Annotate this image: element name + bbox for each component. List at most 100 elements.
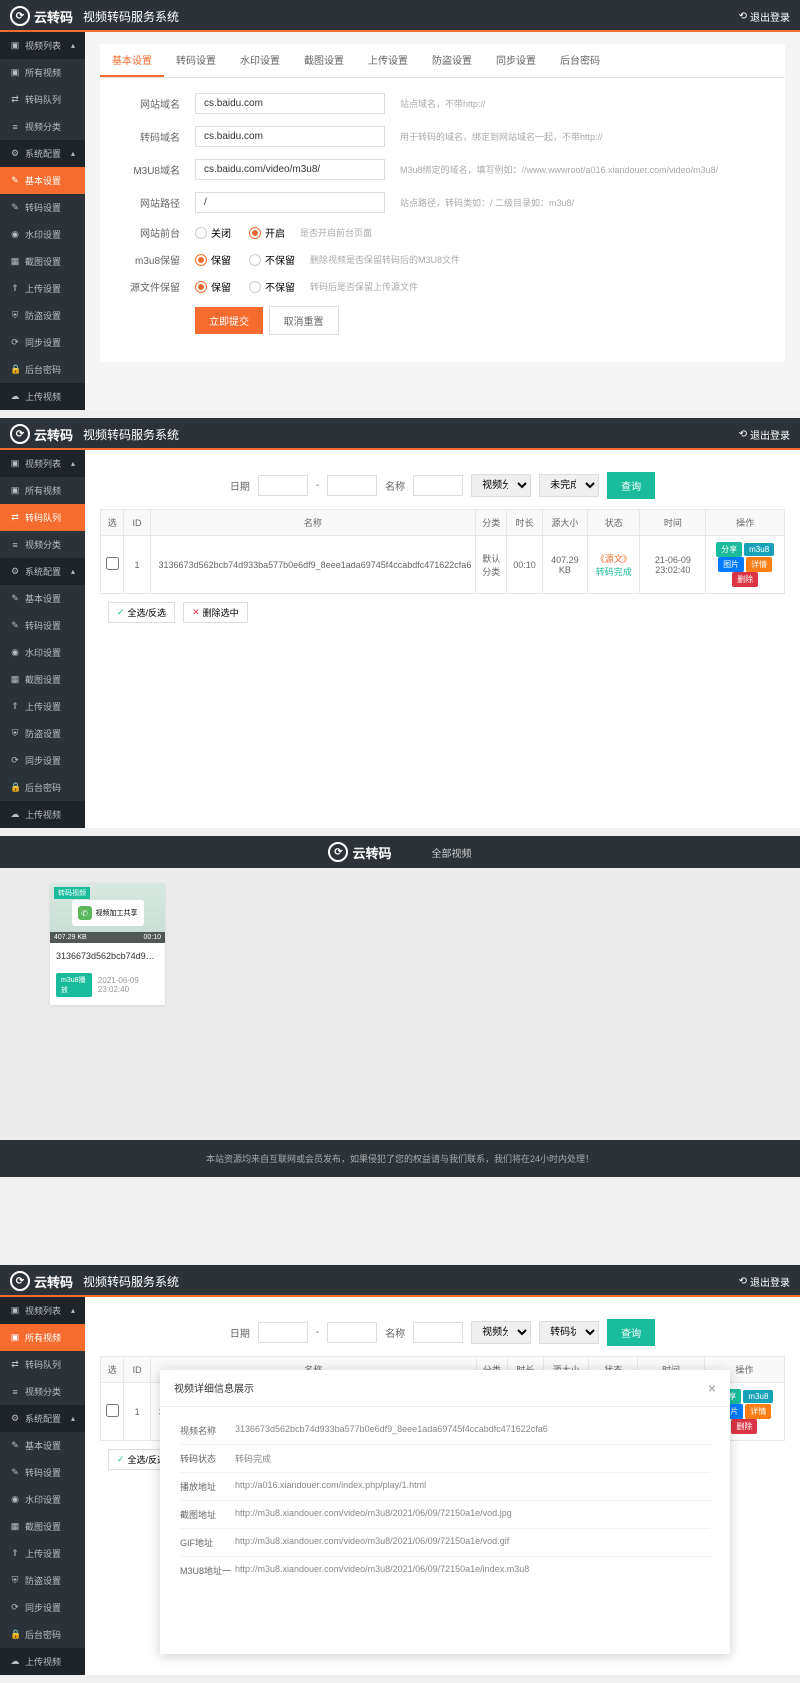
radio-off[interactable]: 关闭 — [195, 225, 231, 240]
date-from-input[interactable] — [258, 1322, 308, 1343]
status-select[interactable]: 未完成 — [539, 474, 599, 497]
sidebar-item-upload[interactable]: ☁上传视频 — [0, 801, 85, 828]
tab[interactable]: 截图设置 — [292, 44, 356, 77]
logout-link[interactable]: ⟲ 退出登录 — [739, 427, 790, 442]
hint: 用于转码的域名，绑定到网站域名一起，不带http:// — [400, 130, 603, 143]
sidebar-item[interactable]: ⟳同步设置 — [0, 1594, 85, 1621]
sidebar-item-basic[interactable]: ✎基本设置 — [0, 167, 85, 194]
tab[interactable]: 基本设置 — [100, 44, 164, 77]
transcode-domain-input[interactable] — [195, 126, 385, 147]
sidebar: ▣视频列表▴ ▣所有视频 ⇄转码队列 ≡视频分类 ⚙系统配置▴ ✎基本设置 ✎转… — [0, 1297, 85, 1675]
tab[interactable]: 后台密码 — [548, 44, 612, 77]
select-all-button[interactable]: ✓全选/反选 — [108, 602, 175, 623]
op-m3u8[interactable]: m3u8 — [743, 1390, 773, 1403]
sidebar-item[interactable]: ▣所有视频 — [0, 59, 85, 86]
date-to-input[interactable] — [327, 475, 377, 496]
sidebar-item[interactable]: ⛨防盗设置 — [0, 1567, 85, 1594]
sidebar-item[interactable]: ≡视频分类 — [0, 531, 85, 558]
date-from-input[interactable] — [258, 475, 308, 496]
save-button[interactable]: 立即提交 — [195, 307, 263, 334]
op-detail[interactable]: 详情 — [746, 557, 772, 572]
sidebar-section-videos[interactable]: ▣视频列表▴ — [0, 1297, 85, 1324]
op-pic[interactable]: 图片 — [718, 557, 744, 572]
sidebar-section-config[interactable]: ⚙系统配置▴ — [0, 140, 85, 167]
sidebar-item[interactable]: ≡视频分类 — [0, 1378, 85, 1405]
sidebar-item[interactable]: ⇄转码队列 — [0, 1351, 85, 1378]
sidebar-section-config[interactable]: ⚙系统配置▴ — [0, 1405, 85, 1432]
sidebar-item-upload[interactable]: ☁上传视频 — [0, 1648, 85, 1675]
radio-keep[interactable]: 保留 — [195, 252, 231, 267]
query-button[interactable]: 查询 — [607, 1319, 655, 1346]
sidebar-item-queue[interactable]: ⇄转码队列 — [0, 504, 85, 531]
status-select[interactable]: 转码状态 — [539, 1321, 599, 1344]
tab[interactable]: 上传设置 — [356, 44, 420, 77]
sidebar-section-config[interactable]: ⚙系统配置▴ — [0, 558, 85, 585]
logout-link[interactable]: ⟲ 退出登录 — [739, 1274, 790, 1289]
op-m3u8[interactable]: m3u8 — [744, 543, 774, 556]
sidebar-item[interactable]: ⛨防盗设置 — [0, 302, 85, 329]
path-input[interactable] — [195, 192, 385, 213]
sidebar-item[interactable]: ≡视频分类 — [0, 113, 85, 140]
footer-text: 本站资源均来自互联网或会员发布，如果侵犯了您的权益请与我们联系，我们将在24小时… — [0, 1140, 800, 1177]
sidebar-item[interactable]: ◉水印设置 — [0, 221, 85, 248]
op-detail[interactable]: 详情 — [745, 1404, 771, 1419]
sidebar-item[interactable]: ⟳同步设置 — [0, 747, 85, 774]
sidebar-section-videos[interactable]: ▣视频列表▴ — [0, 450, 85, 477]
sidebar-section-videos[interactable]: ▣视频列表▴ — [0, 32, 85, 59]
modal-label: 视频名称 — [180, 1424, 235, 1437]
radio-keep[interactable]: 保留 — [195, 279, 231, 294]
filter-name-label: 名称 — [385, 478, 405, 493]
domain-input[interactable] — [195, 93, 385, 114]
row-checkbox[interactable] — [106, 557, 119, 570]
sidebar-item-upload[interactable]: ☁上传视频 — [0, 383, 85, 410]
sidebar-item[interactable]: ▣所有视频 — [0, 477, 85, 504]
sidebar-item[interactable]: ⇑上传设置 — [0, 693, 85, 720]
video-card[interactable]: 转码视频 ✆视频加工共享 407.29 KB00:10 3136673d562b… — [50, 883, 165, 1005]
radio-nokeep[interactable]: 不保留 — [249, 252, 295, 267]
query-button[interactable]: 查询 — [607, 472, 655, 499]
reset-button[interactable]: 取消重置 — [269, 306, 339, 335]
sidebar-item[interactable]: ▦截图设置 — [0, 1513, 85, 1540]
delete-selected-button[interactable]: ✕删除选中 — [183, 602, 248, 623]
radio-on[interactable]: 开启 — [249, 225, 285, 240]
card-tag[interactable]: m3u8播放 — [56, 973, 92, 997]
sidebar-item[interactable]: ✎转码设置 — [0, 194, 85, 221]
name-input[interactable] — [413, 1322, 463, 1343]
tab[interactable]: 水印设置 — [228, 44, 292, 77]
date-to-input[interactable] — [327, 1322, 377, 1343]
sidebar-item[interactable]: ◉水印设置 — [0, 1486, 85, 1513]
sidebar-item[interactable]: ✎基本设置 — [0, 585, 85, 612]
op-del[interactable]: 删除 — [731, 1419, 757, 1434]
sidebar-item[interactable]: ⛨防盗设置 — [0, 720, 85, 747]
nav-all[interactable]: 全部视频 — [432, 845, 472, 860]
name-input[interactable] — [413, 475, 463, 496]
sidebar-item[interactable]: ▦截图设置 — [0, 248, 85, 275]
category-select[interactable]: 视频分类 — [471, 1321, 531, 1344]
sidebar-item[interactable]: ⇑上传设置 — [0, 1540, 85, 1567]
tab[interactable]: 防盗设置 — [420, 44, 484, 77]
op-del[interactable]: 删除 — [732, 572, 758, 587]
sidebar-item[interactable]: 🔒后台密码 — [0, 356, 85, 383]
op-share[interactable]: 分享 — [716, 542, 742, 557]
tab[interactable]: 同步设置 — [484, 44, 548, 77]
sidebar-item[interactable]: ✎基本设置 — [0, 1432, 85, 1459]
radio-nokeep[interactable]: 不保留 — [249, 279, 295, 294]
m3u8-domain-input[interactable] — [195, 159, 385, 180]
sidebar-item[interactable]: ◉水印设置 — [0, 639, 85, 666]
modal-value: http://m3u8.xiandouer.com/video/m3u8/202… — [235, 1564, 710, 1577]
sidebar-item[interactable]: ▦截图设置 — [0, 666, 85, 693]
sidebar-item[interactable]: ⇄转码队列 — [0, 86, 85, 113]
tab[interactable]: 转码设置 — [164, 44, 228, 77]
sidebar-item[interactable]: 🔒后台密码 — [0, 1621, 85, 1648]
card-center: ✆视频加工共享 — [72, 900, 144, 926]
category-select[interactable]: 视频分类 — [471, 474, 531, 497]
close-icon[interactable]: × — [708, 1380, 716, 1396]
logout-link[interactable]: ⟲ 退出登录 — [739, 9, 790, 24]
sidebar-item[interactable]: ⟳同步设置 — [0, 329, 85, 356]
sidebar-item[interactable]: 🔒后台密码 — [0, 774, 85, 801]
sidebar-item[interactable]: ✎转码设置 — [0, 612, 85, 639]
row-checkbox[interactable] — [106, 1404, 119, 1417]
sidebar-item[interactable]: ⇑上传设置 — [0, 275, 85, 302]
sidebar-item[interactable]: ✎转码设置 — [0, 1459, 85, 1486]
sidebar-item-all[interactable]: ▣所有视频 — [0, 1324, 85, 1351]
